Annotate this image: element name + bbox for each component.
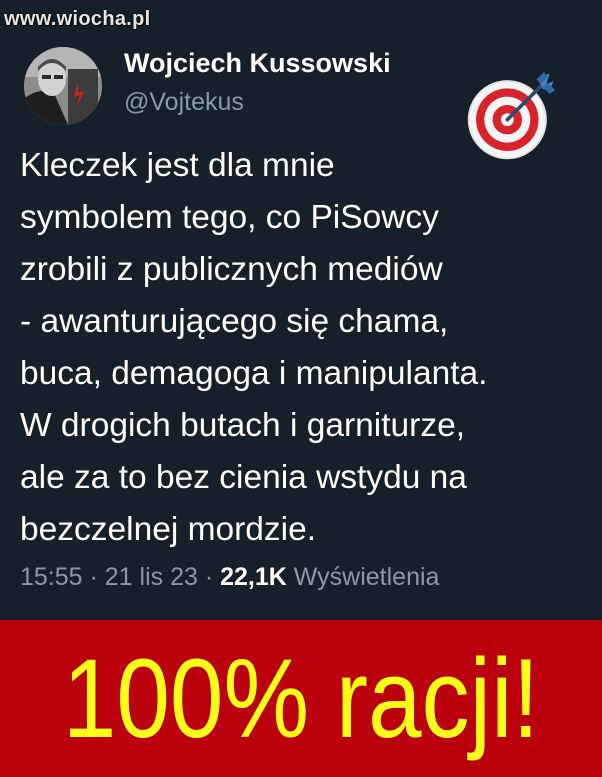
author-display-name[interactable]: Wojciech Kussowski — [124, 48, 391, 79]
tweet-text-line: W drogich butach i garniturze, — [20, 407, 466, 444]
watermark: www.wiocha.pl — [4, 8, 151, 30]
meme-image: www.wiocha.pl Wojciech Kussowski @Vojtek… — [0, 0, 602, 777]
tweet-text: Kleczek jest dla mnie symbolem tego, co … — [20, 140, 595, 556]
tweet-text-line: bezczelnej mordzie. — [20, 511, 317, 548]
tweet-text-line: symbolem tego, co PiSowcy — [20, 199, 439, 236]
tweet-time[interactable]: 15:55 — [20, 563, 83, 591]
avatar-photo-icon — [24, 47, 102, 125]
meta-separator: · — [197, 563, 221, 591]
tweet-text-line: Kleczek jest dla mnie — [20, 147, 335, 184]
tweet-text-line: buca, demagoga i manipulanta. — [20, 355, 488, 392]
tweet-date[interactable]: 21 lis 23 — [105, 563, 198, 591]
views-count[interactable]: 22,1K — [220, 563, 287, 591]
tweet-card: www.wiocha.pl Wojciech Kussowski @Vojtek… — [0, 0, 602, 620]
caption-text: 100% racji! — [62, 636, 540, 761]
meta-separator: · — [82, 563, 105, 591]
tweet-text-line: - awanturującego się chama, — [20, 303, 449, 340]
avatar[interactable] — [24, 47, 102, 125]
tweet-metadata: 15:55 · 21 lis 23 · 22,1K Wyświetlenia — [20, 563, 439, 592]
views-label[interactable]: Wyświetlenia — [287, 563, 440, 591]
tweet-text-line: zrobili z publicznych mediów — [20, 251, 443, 288]
caption-banner: 100% racji! — [0, 620, 602, 777]
author-handle[interactable]: @Vojtekus — [124, 88, 244, 117]
tweet-text-line: ale za to bez cienia wstydu na — [20, 459, 467, 496]
